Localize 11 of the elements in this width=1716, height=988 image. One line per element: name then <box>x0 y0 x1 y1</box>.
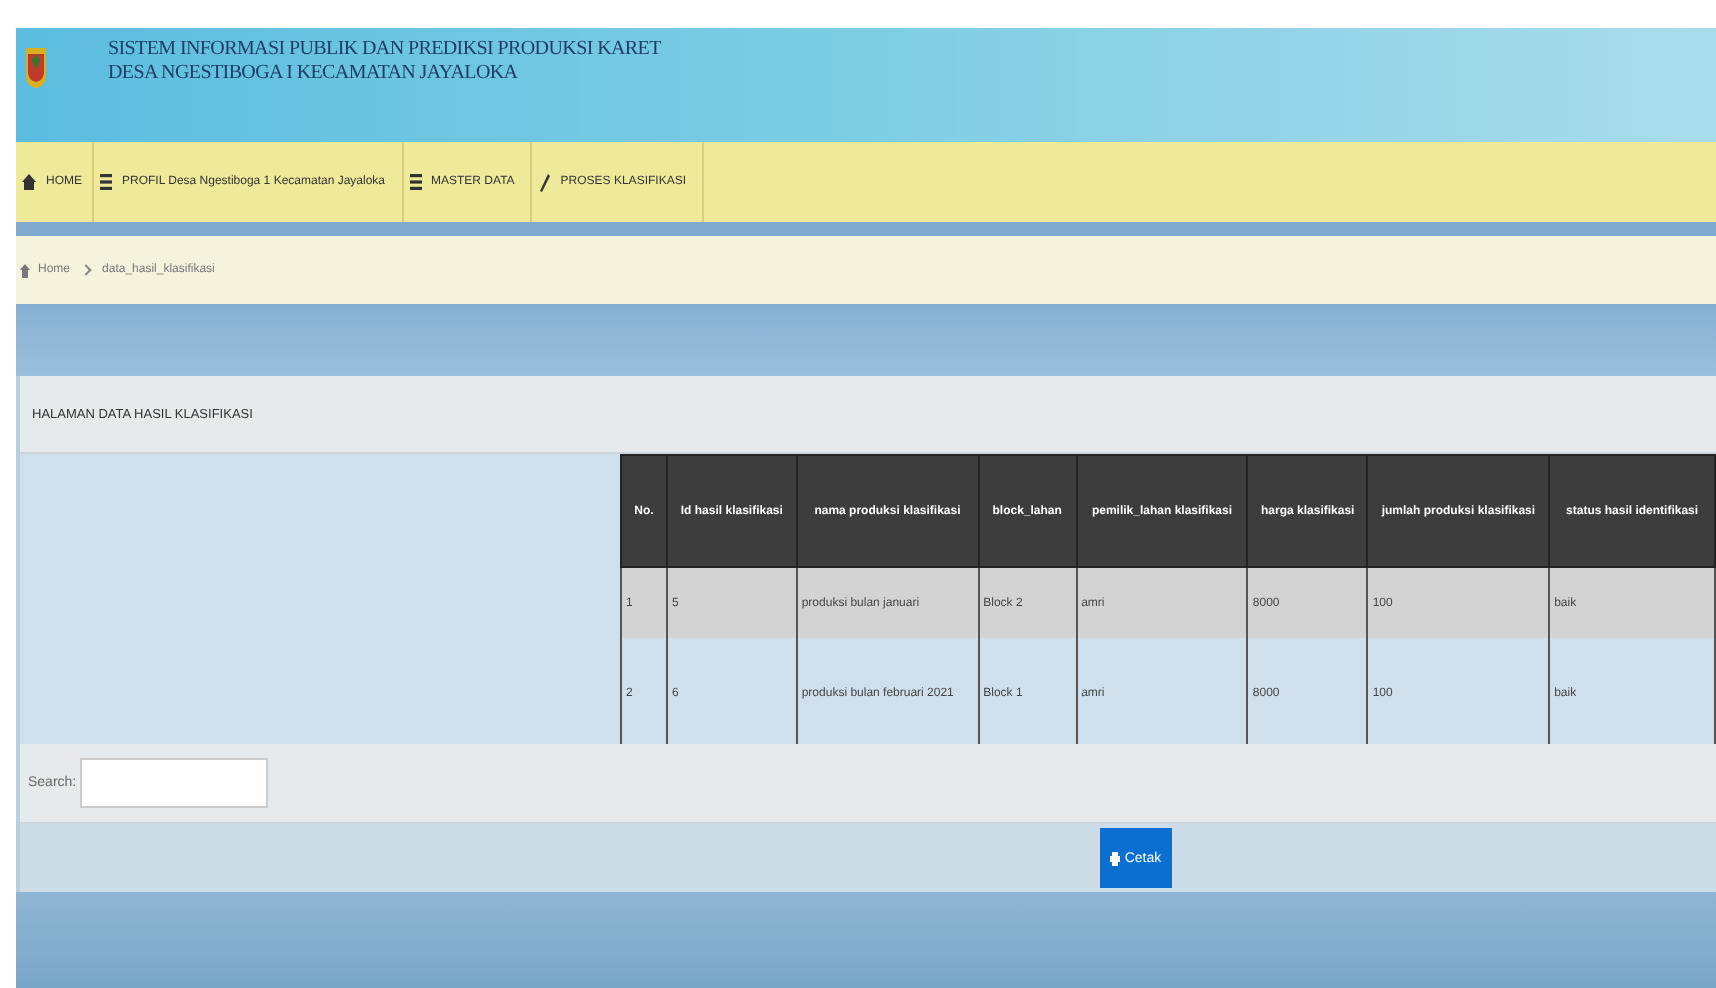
list-icon <box>100 174 112 190</box>
home-icon <box>22 174 36 190</box>
printer-icon <box>1110 851 1121 865</box>
search-field[interactable] <box>80 758 269 808</box>
slash-icon <box>538 173 551 191</box>
home-icon <box>20 263 30 277</box>
list-icon <box>409 174 422 190</box>
site-title: DESA NGESTIBOGA I KECAMATAN JAYALOKA <box>108 62 520 86</box>
emblem-icon <box>24 46 48 90</box>
site-title: SISTEM INFORMASI PUBLIK DAN PREDIKSI PRODUKSI KARET <box>108 38 661 62</box>
chevron-icon <box>80 264 92 276</box>
